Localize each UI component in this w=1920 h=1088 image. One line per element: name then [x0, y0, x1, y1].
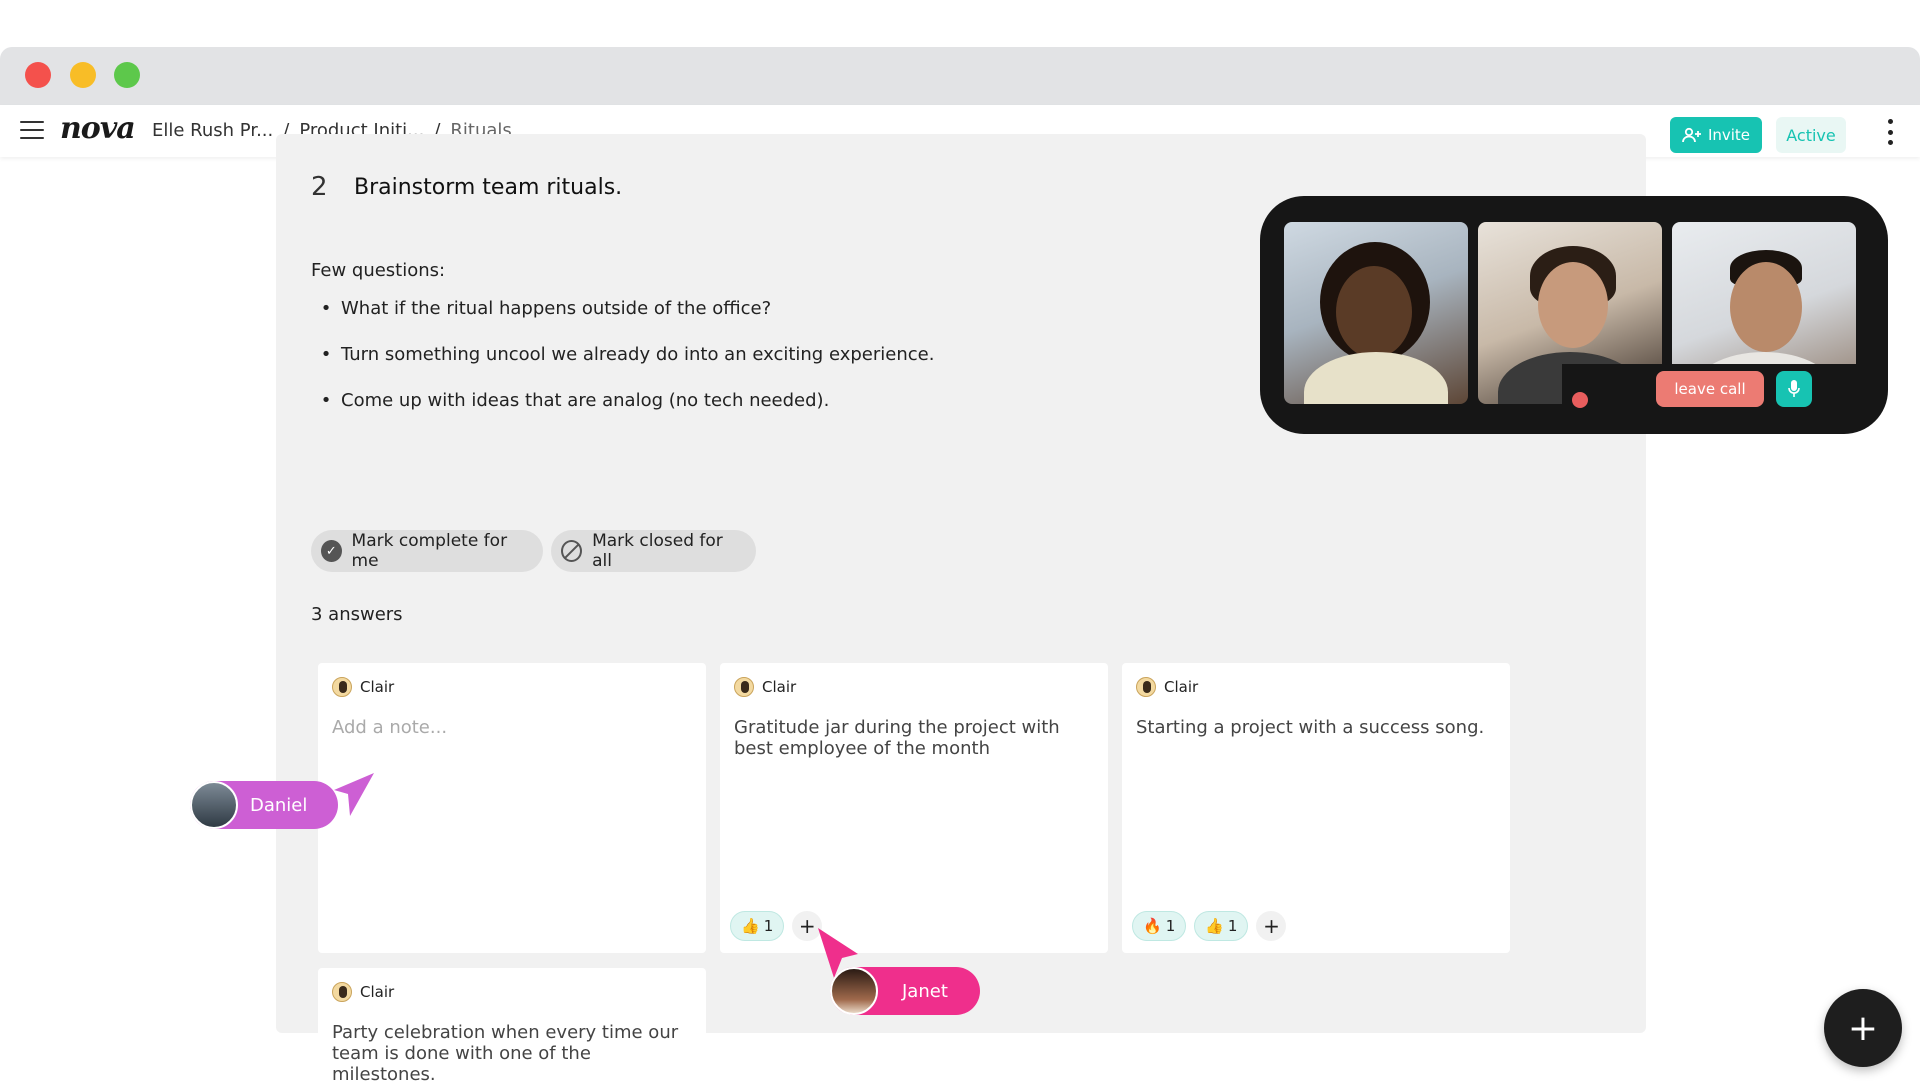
- nova-logo[interactable]: nova: [60, 111, 136, 146]
- questions-list: What if the ritual happens outside of th…: [311, 298, 934, 436]
- recording-indicator-icon: [1572, 392, 1588, 408]
- reaction-count: 1: [1165, 917, 1176, 935]
- card-author: Clair: [1136, 677, 1198, 697]
- answers-count: 3 answers: [311, 604, 403, 625]
- check-circle-icon: ✓: [321, 540, 342, 562]
- participant-face: [1538, 262, 1608, 348]
- card-author: Clair: [332, 677, 394, 697]
- answer-card[interactable]: Clair Party celebration when every time …: [318, 968, 706, 1088]
- breadcrumb-item-workspace[interactable]: Elle Rush Pr...: [152, 120, 273, 141]
- close-window-button[interactable]: [25, 62, 51, 88]
- task-number: 2: [311, 172, 328, 202]
- reaction-count: 1: [763, 917, 774, 935]
- reaction-count: 1: [1227, 917, 1238, 935]
- avatar: [332, 677, 352, 697]
- reaction-thumbs-up[interactable]: 👍 1: [1194, 911, 1249, 941]
- collaborator-cursor-janet: Janet: [830, 967, 980, 1015]
- thumbs-up-icon: 👍: [741, 917, 760, 935]
- add-answer-button[interactable]: +: [1824, 989, 1902, 1067]
- participant-face: [1336, 266, 1412, 358]
- avatar: [830, 967, 878, 1015]
- card-text: Starting a project with a success song.: [1136, 717, 1485, 738]
- collaborator-cursor-daniel: Daniel: [190, 781, 338, 829]
- card-text: Gratitude jar during the project with be…: [734, 717, 1060, 759]
- menu-icon[interactable]: [20, 121, 44, 141]
- minimize-window-button[interactable]: [70, 62, 96, 88]
- answer-card[interactable]: Clair Gratitude jar during the project w…: [720, 663, 1108, 953]
- author-name: Clair: [762, 678, 797, 696]
- status-badge[interactable]: Active: [1776, 117, 1846, 153]
- window-titlebar: [0, 47, 1920, 105]
- card-text: Party celebration when every time our te…: [332, 1022, 679, 1085]
- leave-call-button[interactable]: leave call: [1656, 371, 1764, 407]
- card-author: Clair: [332, 982, 394, 1002]
- question-item: Turn something uncool we already do into…: [311, 344, 934, 390]
- reaction-thumbs-up[interactable]: 👍 1: [730, 911, 785, 941]
- note-input[interactable]: Add a note...: [332, 717, 692, 738]
- fire-icon: 🔥: [1143, 917, 1162, 935]
- mark-complete-label: Mark complete for me: [351, 531, 508, 571]
- thumbs-up-icon: 👍: [1205, 917, 1224, 935]
- avatar: [332, 982, 352, 1002]
- maximize-window-button[interactable]: [114, 62, 140, 88]
- participant-face: [1730, 262, 1802, 352]
- author-name: Clair: [1164, 678, 1199, 696]
- add-reaction-button[interactable]: +: [1256, 911, 1287, 941]
- invite-button[interactable]: Invite: [1670, 117, 1762, 153]
- questions-label: Few questions:: [311, 260, 446, 281]
- mark-closed-label: Mark closed for all: [592, 531, 723, 571]
- participant-body: [1304, 352, 1448, 404]
- reactions-bar: 🔥 1 👍 1 +: [1132, 911, 1287, 941]
- mark-complete-button[interactable]: ✓ Mark complete for me: [311, 530, 543, 572]
- author-name: Clair: [360, 678, 395, 696]
- question-item: What if the ritual happens outside of th…: [311, 298, 934, 344]
- answer-card[interactable]: Clair Add a note...: [318, 663, 706, 953]
- microphone-icon: [1788, 380, 1800, 397]
- author-name: Clair: [360, 983, 395, 1001]
- add-user-icon: [1682, 127, 1701, 143]
- avatar: [734, 677, 754, 697]
- microphone-button[interactable]: [1776, 371, 1812, 407]
- task-title: Brainstorm team rituals.: [354, 175, 623, 200]
- reactions-bar: 👍 1 +: [730, 911, 823, 941]
- question-item: Come up with ideas that are analog (no t…: [311, 390, 934, 436]
- card-author: Clair: [734, 677, 796, 697]
- cursor-name: Daniel: [250, 794, 308, 816]
- prohibited-icon: [561, 540, 583, 562]
- reaction-fire[interactable]: 🔥 1: [1132, 911, 1187, 941]
- mark-closed-button[interactable]: Mark closed for all: [551, 530, 756, 572]
- avatar: [190, 781, 238, 829]
- cursor-name: Janet: [902, 980, 948, 1002]
- invite-label: Invite: [1707, 126, 1751, 144]
- more-options-icon[interactable]: [1886, 119, 1894, 145]
- video-tile[interactable]: [1284, 222, 1468, 404]
- answer-card[interactable]: Clair Starting a project with a success …: [1122, 663, 1510, 953]
- avatar: [1136, 677, 1156, 697]
